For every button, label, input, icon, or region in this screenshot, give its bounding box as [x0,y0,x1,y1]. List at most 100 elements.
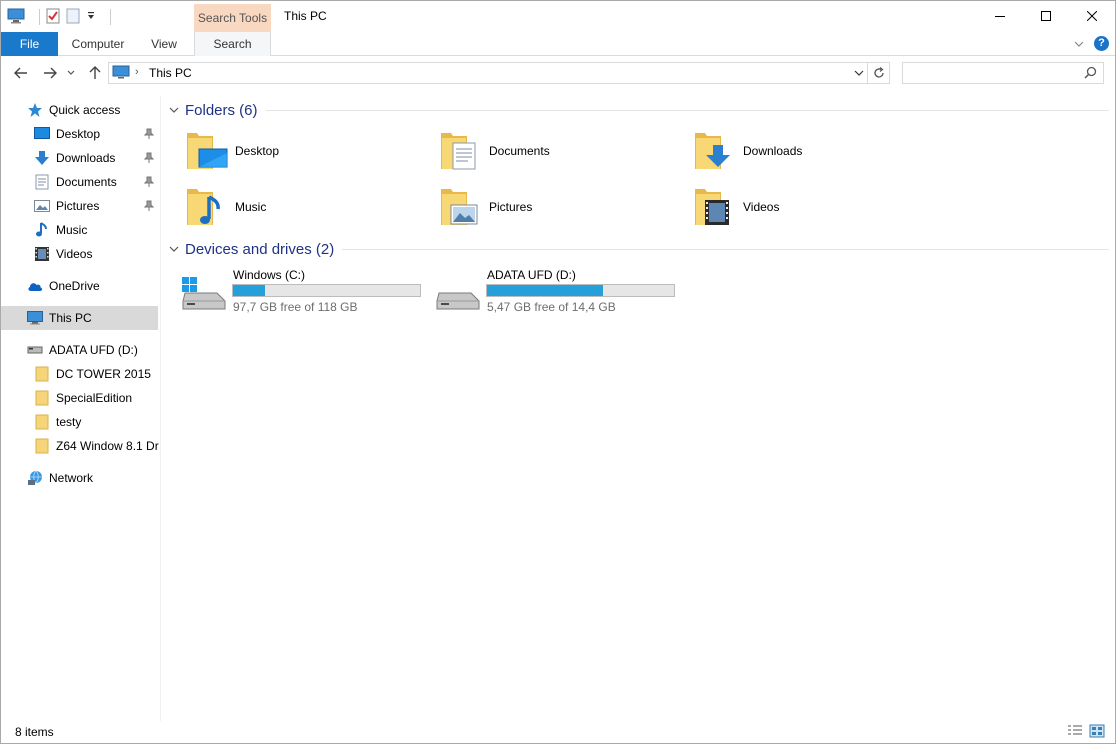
sidebar-item-dc-tower-2015[interactable]: DC TOWER 2015 [1,362,158,386]
computer-icon [112,65,130,83]
usb-drive-icon [417,277,481,314]
drive-tile-adata-ufd-d[interactable]: ADATA UFD (D:) 5,47 GB free of 14,4 GB [417,267,675,317]
arrow-right-icon [44,67,57,79]
help-icon[interactable]: ? [1094,36,1109,51]
new-folder-icon[interactable] [66,8,80,27]
folder-label: Documents [489,144,550,158]
file-explorer-window: Search Tools This PC File Computer View … [0,0,1116,744]
large-icons-view-button[interactable] [1089,724,1105,741]
close-button[interactable] [1069,1,1115,31]
sidebar-item-label: Documents [56,175,117,189]
pin-icon[interactable] [143,128,155,143]
drive-usage-bar [232,284,421,297]
computer-icon[interactable] [7,8,25,27]
view-switcher [1067,724,1105,741]
breadcrumb-separator[interactable]: › [135,66,139,78]
quick-access-toolbar [7,6,111,28]
maximize-icon [1041,11,1051,21]
details-view-button[interactable] [1067,724,1083,741]
pin-icon[interactable] [143,176,155,191]
properties-icon[interactable] [46,8,60,27]
drive-label: ADATA UFD (D:) [487,268,576,282]
sidebar-item-label: Pictures [56,199,100,213]
drive-free-space: 97,7 GB free of 118 GB [233,300,358,314]
sidebar-item-network[interactable]: Network [1,466,158,490]
details-view-icon [1068,725,1082,735]
close-icon [1087,11,1097,21]
sidebar-item-z64-window-drivers[interactable]: Z64 Window 8.1 Dri [1,434,159,458]
folder-label: Downloads [743,144,803,158]
pin-icon[interactable] [143,200,155,215]
sidebar-item-testy[interactable]: testy [1,410,158,434]
breadcrumb-this-pc[interactable]: This PC [149,66,192,80]
windows-drive-icon [163,277,227,314]
minimize-button[interactable] [977,1,1023,31]
content-pane: Folders (6) Desktop Documents Downloads [163,96,1113,721]
arrow-left-icon [14,67,27,79]
search-tools-context-label: Search Tools [194,4,271,32]
tab-search[interactable]: Search [194,32,271,56]
folders-group-header[interactable]: Folders (6) [169,100,1109,120]
maximize-button[interactable] [1023,1,1069,31]
folder-tile-downloads[interactable]: Downloads [693,127,943,175]
tab-view[interactable]: View [141,32,187,56]
folder-tile-videos[interactable]: Videos [693,183,943,231]
folder-tile-documents[interactable]: Documents [439,127,689,175]
up-button[interactable] [85,63,105,83]
folder-label: Videos [743,200,780,214]
sidebar-item-adata-ufd[interactable]: ADATA UFD (D:) [1,338,158,362]
videos-folder-icon [693,185,733,229]
sidebar-item-documents[interactable]: Documents [1,170,158,194]
drive-usage-fill [487,285,603,296]
customize-toolbar-icon[interactable] [86,10,96,24]
sidebar-item-label: Network [49,471,94,485]
title-bar: Search Tools This PC [1,1,1115,32]
folder-tile-pictures[interactable]: Pictures [439,183,689,231]
sidebar-item-this-pc[interactable]: This PC [1,306,158,330]
sidebar-item-specialedition[interactable]: SpecialEdition [1,386,158,410]
folder-icon [34,366,50,382]
sidebar-item-label: testy [56,415,82,429]
group-title: Devices and drives (2) [185,240,335,258]
group-divider [342,248,1109,250]
search-input[interactable] [907,63,1077,83]
forward-button[interactable] [40,63,60,83]
sidebar-item-videos[interactable]: Videos [1,242,158,266]
recent-locations-button[interactable] [64,63,78,83]
drive-free-space: 5,47 GB free of 14,4 GB [487,300,616,314]
search-box[interactable] [902,62,1104,84]
sidebar-item-onedrive[interactable]: OneDrive [1,274,158,298]
pane-divider[interactable] [160,96,161,721]
sidebar-item-music[interactable]: Music [1,218,158,242]
search-icon[interactable] [1084,66,1097,82]
status-bar: 8 items [1,721,1115,743]
pictures-icon [34,198,50,214]
sidebar-item-pictures[interactable]: Pictures [1,194,158,218]
tiles-view-icon [1089,724,1105,738]
refresh-button[interactable] [868,62,890,84]
toolbar-separator [110,9,111,25]
drive-usage-fill [233,285,265,296]
drive-tile-windows-c[interactable]: Windows (C:) 97,7 GB free of 118 GB [163,267,421,317]
sidebar-item-label: SpecialEdition [56,391,133,405]
window-title: This PC [284,9,327,23]
expand-ribbon-button[interactable] [1074,37,1084,51]
address-dropdown-button[interactable] [853,66,865,83]
folder-tile-music[interactable]: Music [185,183,435,231]
pin-icon[interactable] [143,152,155,167]
devices-group-header[interactable]: Devices and drives (2) [169,239,1109,259]
sidebar-item-downloads[interactable]: Downloads [1,146,158,170]
navigation-pane: Quick access Desktop Downloads Documents… [1,96,159,721]
tab-computer[interactable]: Computer [63,32,133,56]
folder-tile-desktop[interactable]: Desktop [185,127,435,175]
back-button[interactable] [11,63,31,83]
star-icon [27,102,43,118]
usb-drive-icon [27,342,43,358]
item-count: 8 items [15,725,54,739]
toolbar-separator [39,9,40,25]
tab-file[interactable]: File [1,32,58,56]
sidebar-item-desktop[interactable]: Desktop [1,122,158,146]
sidebar-item-quick-access[interactable]: Quick access [1,98,158,122]
chevron-down-icon [854,70,864,76]
address-bar[interactable]: › This PC [108,62,868,84]
